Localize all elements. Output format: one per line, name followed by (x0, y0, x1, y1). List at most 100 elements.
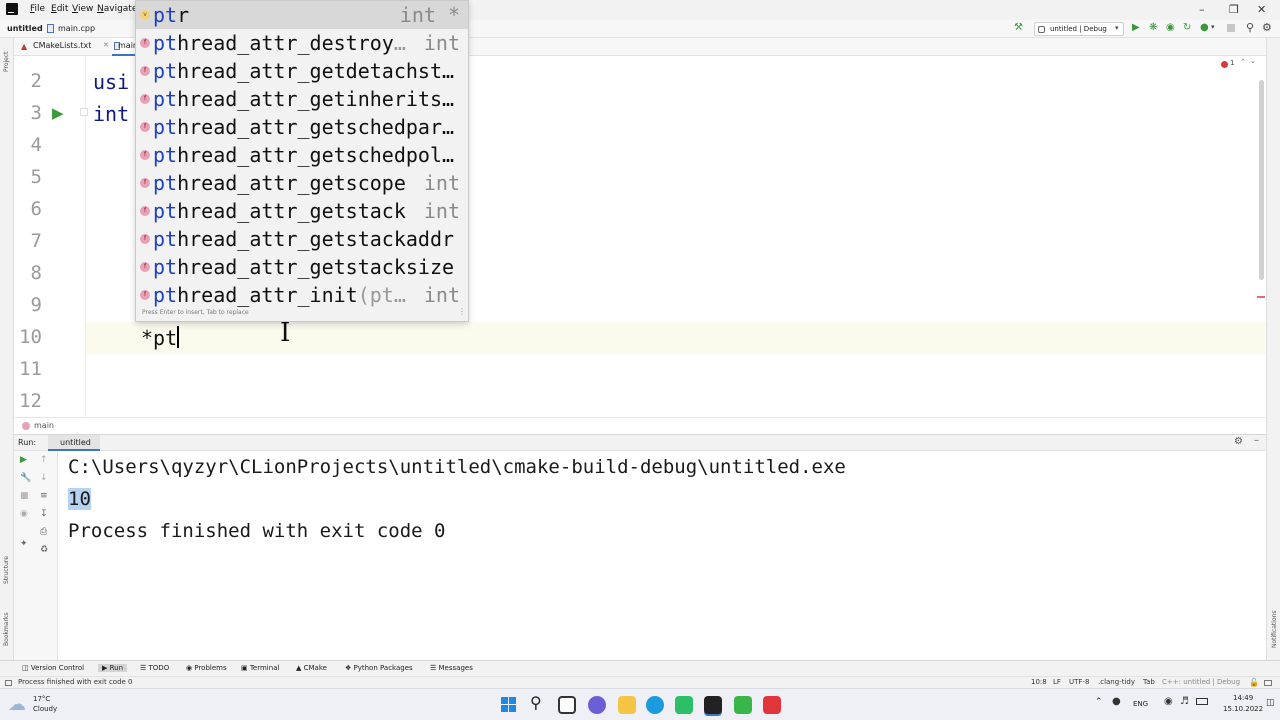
trash-icon[interactable]: ♻ (40, 545, 48, 555)
soft-wrap-icon[interactable]: ≡ (40, 491, 48, 501)
breadcrumb-item[interactable]: main (34, 421, 54, 430)
indent-setting[interactable]: Tab (1143, 678, 1155, 686)
menu-edit[interactable]: Edit (51, 4, 68, 14)
settings-gear-icon[interactable]: ⚙ (1234, 436, 1243, 447)
clock-date[interactable]: 15.10.2022 (1223, 705, 1263, 713)
weather-cloud-icon[interactable]: ☁ (8, 694, 26, 715)
weather-temperature[interactable]: 17°C (33, 695, 50, 703)
code-line[interactable]: usi (93, 70, 129, 94)
scroll-to-end-icon[interactable]: ↧ (40, 509, 48, 519)
coverage-icon[interactable]: ◉ (1166, 22, 1175, 33)
run-tab-untitled[interactable]: untitled (48, 435, 100, 451)
pin-icon[interactable]: ✦ (20, 539, 28, 549)
completion-item[interactable]: f pthread_attr_getstack int (136, 197, 468, 225)
rerun-icon[interactable]: ▶ (20, 455, 27, 465)
structure-panel-button[interactable]: Structure (3, 556, 10, 584)
more-run-chevron-icon[interactable]: ▾ (1211, 23, 1215, 31)
completion-item[interactable]: f pthread_attr_getscope int (136, 169, 468, 197)
hide-panel-icon[interactable]: – (1254, 435, 1259, 446)
project-crumb[interactable]: untitled (7, 24, 43, 33)
search-everywhere-icon[interactable]: ⚲ (1246, 21, 1254, 34)
run-icon[interactable]: ▶ (1132, 22, 1140, 33)
tab-cmakelists[interactable]: CMakeLists.txt (33, 41, 91, 50)
debug-icon[interactable]: ❋ (1149, 22, 1157, 33)
memory-indicator-icon[interactable] (1264, 680, 1272, 686)
edge-browser-icon[interactable] (646, 696, 664, 714)
cmake-tab[interactable]: ▲ CMake (296, 664, 327, 672)
profile-icon[interactable]: ↻ (1183, 22, 1191, 33)
clion-red-app-icon[interactable] (763, 696, 781, 714)
weather-description[interactable]: Cloudy (33, 705, 57, 713)
print-icon[interactable]: ⎙ (40, 527, 47, 537)
chevron-down-icon[interactable]: ⌄ (1250, 57, 1256, 65)
code-line[interactable]: int (93, 102, 129, 126)
clion-app-icon[interactable] (704, 696, 722, 714)
code-completion-popup[interactable]: v ptr int * f pthread_attr_destroy… int … (135, 0, 469, 322)
run-gutter-icon[interactable]: ▶ (52, 104, 64, 122)
search-icon[interactable]: ⚲ (530, 693, 542, 712)
completion-item[interactable]: f pthread_attr_getschedpar… (136, 113, 468, 141)
teams-chat-icon[interactable] (588, 696, 606, 714)
todo-tab[interactable]: ☰ TODO (140, 664, 169, 672)
start-button-icon[interactable] (500, 696, 518, 714)
menu-navigate[interactable]: Navigate (97, 4, 137, 14)
run-tab[interactable]: ▶ Run (98, 664, 128, 672)
resolve-context[interactable]: C++: untitled | Debug (1162, 678, 1240, 686)
version-control-tab[interactable]: ◫ Version Control (22, 664, 84, 672)
terminal-tab[interactable]: ▣ Terminal (241, 664, 279, 672)
scroll-up-icon[interactable]: ↑ (40, 455, 48, 465)
language-indicator[interactable]: ENG (1133, 700, 1148, 708)
wifi-icon[interactable]: ◉ (1164, 696, 1173, 707)
build-hammer-icon[interactable]: ⚒ (1014, 22, 1023, 33)
volume-icon[interactable]: ♬ (1180, 696, 1189, 707)
python-packages-tab[interactable]: ❖ Python Packages (345, 664, 413, 672)
pycharm-app-icon[interactable] (675, 696, 693, 714)
status-toggle-icon[interactable] (5, 680, 12, 686)
stop-icon[interactable] (1227, 24, 1235, 32)
error-stripe-marker[interactable] (1257, 296, 1265, 298)
line-separator[interactable]: LF (1053, 678, 1061, 686)
completion-item[interactable]: f pthread_attr_getschedpol… (136, 141, 468, 169)
problems-tab[interactable]: ◉ Problems (186, 664, 227, 672)
file-encoding[interactable]: UTF-8 (1069, 678, 1089, 686)
lock-icon[interactable]: 🔓 (1249, 678, 1259, 687)
task-view-icon[interactable] (558, 696, 576, 714)
minimize-icon[interactable]: – (1199, 3, 1205, 16)
status-message[interactable]: Process finished with exit code 0 (18, 678, 133, 686)
editor-scrollbar-thumb[interactable] (1259, 80, 1264, 280)
clang-tidy-status[interactable]: .clang-tidy (1098, 678, 1135, 686)
clion-green-app-icon[interactable] (734, 696, 752, 714)
completion-item[interactable]: v ptr int * (136, 1, 468, 29)
close-icon[interactable]: ✕ (1257, 3, 1266, 16)
file-explorer-icon[interactable] (618, 696, 636, 714)
menu-view[interactable]: View (72, 4, 93, 14)
run-console[interactable]: C:\Users\qyzyr\CLionProjects\untitled\cm… (58, 451, 1266, 660)
completion-item[interactable]: f pthread_attr_getstacksize (136, 253, 468, 281)
wrench-icon[interactable]: 🔧 (20, 473, 31, 483)
run-config-selector[interactable]: untitled | Debug ▾ (1034, 22, 1124, 36)
more-run-icon[interactable]: ● (1200, 22, 1209, 33)
caret-position[interactable]: 10:8 (1031, 678, 1047, 686)
notification-center-icon[interactable]: ◫ (1266, 698, 1275, 708)
show-hidden-icons-icon[interactable]: ⌃ (1095, 697, 1103, 707)
stop-icon[interactable]: ■ (20, 491, 29, 501)
code-line[interactable]: *pt (141, 326, 177, 350)
settings-gear-icon[interactable]: ⚙ (1262, 21, 1272, 34)
completion-item[interactable]: f pthread_attr_init(pt… int (136, 281, 468, 309)
messages-tab[interactable]: ☰ Messages (430, 664, 473, 672)
notifications-panel-button[interactable]: Notifications (1271, 610, 1278, 648)
restore-icon[interactable]: ❐ (1229, 3, 1239, 16)
tab-close-icon[interactable]: ✕ (103, 41, 109, 49)
microphone-icon[interactable]: ● (1112, 696, 1121, 707)
completion-item[interactable]: f pthread_attr_getdetachst… (136, 57, 468, 85)
clock-time[interactable]: 14:49 (1233, 694, 1253, 702)
fold-marker-icon[interactable] (80, 108, 88, 116)
camera-icon[interactable]: ◉ (20, 509, 28, 519)
completion-item[interactable]: f pthread_attr_destroy… int (136, 29, 468, 57)
bookmarks-panel-button[interactable]: Bookmarks (3, 612, 10, 646)
completion-item[interactable]: f pthread_attr_getinherits… (136, 85, 468, 113)
battery-icon[interactable] (1196, 698, 1208, 705)
scroll-down-icon[interactable]: ↓ (40, 473, 48, 483)
menu-file[interactable]: File (30, 4, 45, 14)
project-panel-button[interactable]: Project (3, 51, 10, 72)
